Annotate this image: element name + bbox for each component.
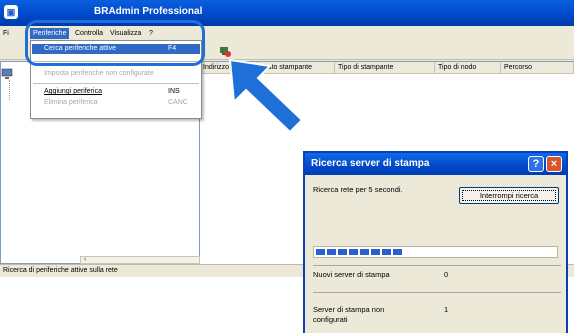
progress-segment <box>327 249 336 255</box>
unconfigured-servers-label-line1: Server di stampa non <box>313 305 385 314</box>
progress-segment <box>393 249 402 255</box>
search-progress-bar <box>313 246 558 258</box>
column-header-percorso[interactable]: Percorso <box>501 62 574 74</box>
close-icon[interactable]: × <box>546 156 562 172</box>
unconfigured-servers-label-line2: configurati <box>313 315 348 324</box>
search-message: Ricerca rete per 5 secondi. <box>313 185 403 194</box>
unconfigured-servers-value: 1 <box>444 305 449 314</box>
progress-segment <box>316 249 325 255</box>
column-header-tipo-stampante[interactable]: Tipo di stampante <box>335 62 435 74</box>
menu-item-imposta-periferiche[interactable]: Imposta periferiche non configurate <box>32 69 200 79</box>
menu-item-label: Aggiungi periferica <box>44 88 102 95</box>
menu-file[interactable]: Fi <box>0 28 12 39</box>
progress-segment <box>382 249 391 255</box>
progress-segment <box>360 249 369 255</box>
pointer-arrow-icon <box>228 58 304 134</box>
menu-item-shortcut: INS <box>168 88 180 95</box>
stop-search-label: Interrompi ricerca <box>479 191 539 200</box>
dialog-separator <box>313 265 561 266</box>
stop-search-button[interactable]: Interrompi ricerca <box>459 187 559 204</box>
tree-connector <box>9 80 10 100</box>
horizontal-scrollbar[interactable]: ‹ <box>80 256 200 264</box>
progress-fill <box>316 249 410 255</box>
network-search-icon[interactable] <box>218 44 232 58</box>
new-servers-value: 0 <box>444 270 449 279</box>
window-title: BRAdmin Professional <box>94 6 203 17</box>
printer-app-icon: ▣ <box>4 5 18 19</box>
column-header-tipo-nodo[interactable]: Tipo di nodo <box>435 62 501 74</box>
menu-separator <box>33 83 199 84</box>
menu-item-aggiungi-periferica[interactable]: Aggiungi periferica INS <box>32 87 200 97</box>
menu-item-shortcut: CANC <box>168 99 188 106</box>
new-servers-label: Nuovi server di stampa <box>313 270 390 279</box>
dialog-title: Ricerca server di stampa <box>305 153 566 175</box>
progress-segment <box>349 249 358 255</box>
scroll-left-icon[interactable]: ‹ <box>81 256 89 263</box>
help-icon[interactable]: ? <box>528 156 544 172</box>
search-dialog: Ricerca server di stampa ? × Ricerca ret… <box>303 151 568 333</box>
highlight-callout <box>25 20 205 66</box>
dialog-separator <box>313 292 561 293</box>
menu-item-elimina-periferica[interactable]: Elimina periferica CANC <box>32 98 200 108</box>
computer-icon <box>1 68 13 80</box>
menu-item-label: Imposta periferiche non configurate <box>44 70 154 77</box>
progress-segment <box>371 249 380 255</box>
menu-item-label: Elimina periferica <box>44 99 98 106</box>
progress-segment <box>338 249 347 255</box>
